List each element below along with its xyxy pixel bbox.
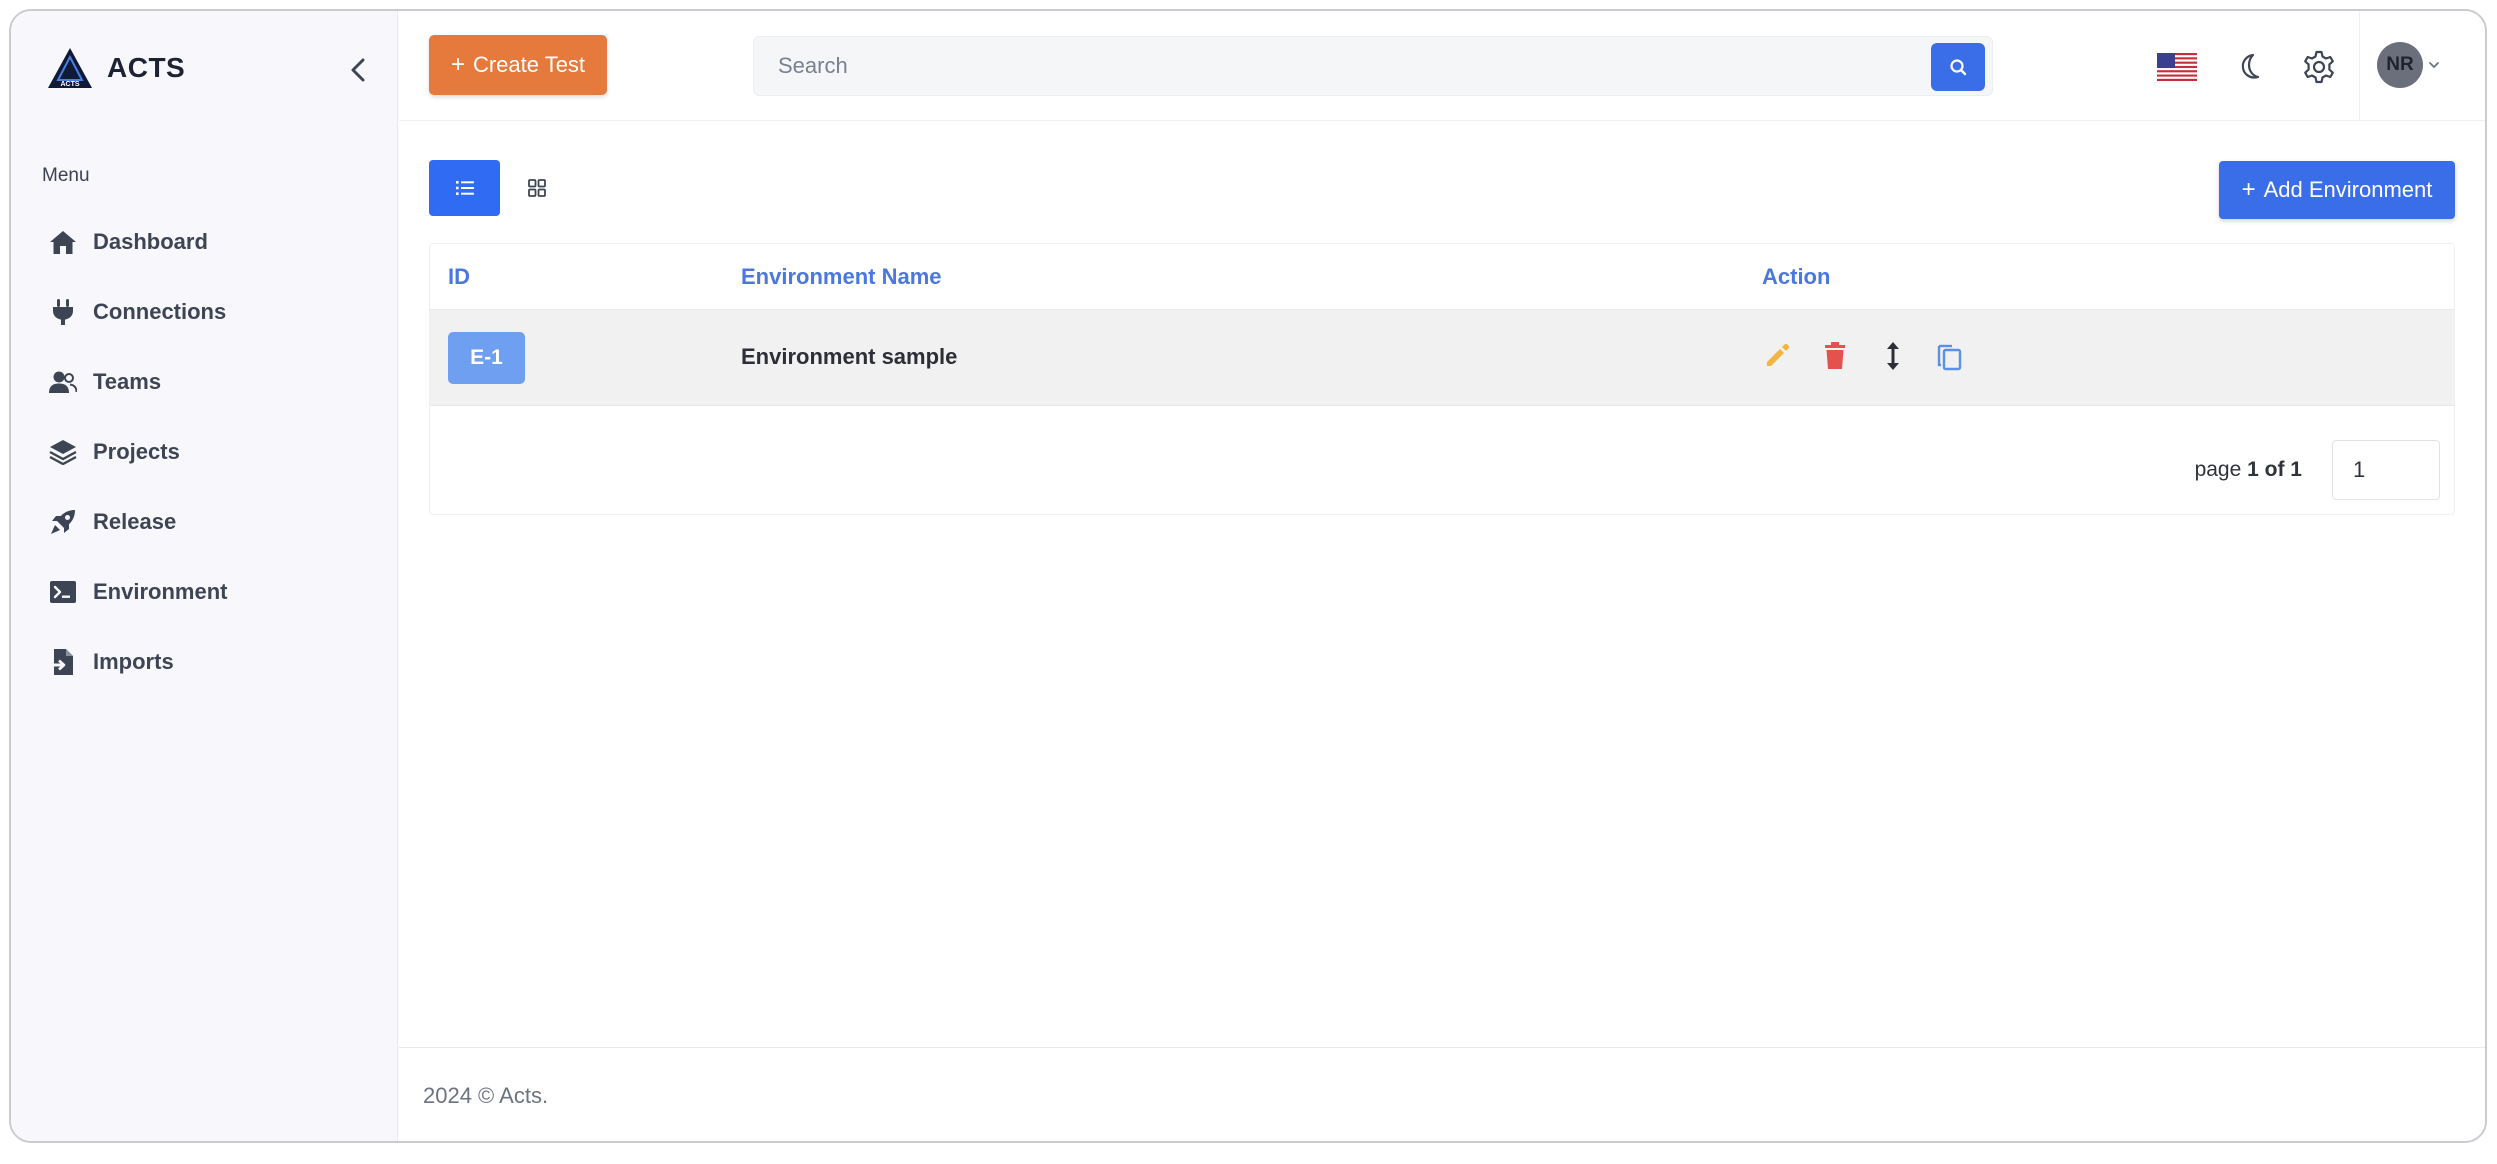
rocket-icon <box>49 508 77 536</box>
page-prefix: page <box>2194 458 2248 481</box>
page-number-input[interactable] <box>2332 440 2440 500</box>
delete-button[interactable] <box>1818 338 1852 374</box>
edit-button[interactable] <box>1760 338 1794 374</box>
sidebar-item-label: Dashboard <box>93 229 208 254</box>
sidebar-item-teams[interactable]: Teams <box>11 347 397 417</box>
acts-logo-icon: ACTS <box>48 48 92 88</box>
id-badge[interactable]: E-1 <box>448 332 525 384</box>
dark-mode-toggle[interactable] <box>2235 51 2267 83</box>
layers-icon <box>49 438 77 466</box>
app-frame: ACTS ACTS Menu Dashboard Connections Tea… <box>9 9 2487 1143</box>
sidebar-item-label: Teams <box>93 369 162 394</box>
settings-gear-icon[interactable] <box>2301 49 2337 85</box>
delete-icon <box>1825 342 1845 369</box>
sidebar-nav: Dashboard Connections Teams Projects Rel… <box>11 207 397 697</box>
add-environment-button[interactable]: + Add Environment <box>2219 161 2455 219</box>
sidebar-item-imports[interactable]: Imports <box>11 627 397 697</box>
copy-button[interactable] <box>1932 338 1966 374</box>
move-button[interactable] <box>1876 338 1910 374</box>
move-icon <box>1887 342 1899 370</box>
search-button[interactable] <box>1931 43 1985 91</box>
sidebar-item-environment[interactable]: Environment <box>11 557 397 627</box>
environment-table: ID Environment Name Action E-1 Environme… <box>429 243 2455 515</box>
add-environment-label: Add Environment <box>2263 177 2433 202</box>
sidebar-item-label: Connections <box>93 299 227 324</box>
grid-icon <box>528 179 546 197</box>
create-test-label: Create Test <box>472 52 586 77</box>
us-flag-icon[interactable] <box>2157 53 2197 81</box>
sidebar-item-connections[interactable]: Connections <box>11 277 397 347</box>
search-input[interactable] <box>754 37 1924 95</box>
sidebar-item-projects[interactable]: Projects <box>11 417 397 487</box>
plus-icon: + <box>450 51 465 78</box>
plug-icon <box>49 298 77 326</box>
file-import-icon <box>49 648 77 676</box>
copy-icon <box>1937 344 1962 371</box>
home-icon <box>49 228 77 256</box>
list-view-button[interactable] <box>429 160 500 216</box>
sidebar: ACTS ACTS Menu Dashboard Connections Tea… <box>11 11 398 1141</box>
top-header: + Create Test Search NR <box>399 11 2485 121</box>
users-icon <box>49 368 77 396</box>
brand[interactable]: ACTS ACTS <box>47 45 185 91</box>
avatar: NR <box>2377 42 2423 88</box>
sidebar-item-label: Projects <box>93 439 180 464</box>
copyright-text: 2024 © Acts. <box>423 1083 549 1108</box>
create-test-button[interactable]: + Create Test <box>429 35 607 95</box>
plus-icon: + <box>2241 176 2256 203</box>
table-row[interactable]: E-1 Environment sample <box>430 310 2454 406</box>
menu-title: Menu <box>42 165 90 186</box>
column-header-environment-name[interactable]: Environment Name <box>741 264 942 290</box>
logo-text: ACTS <box>60 81 79 88</box>
grid-view-button[interactable] <box>509 160 565 216</box>
chevron-left-icon <box>351 58 365 82</box>
page-indicator: page 1 of 1 <box>2195 458 2302 482</box>
column-header-action: Action <box>1762 264 1831 289</box>
column-header-id[interactable]: ID <box>448 264 470 290</box>
header-divider <box>2359 11 2360 121</box>
sidebar-item-label: Release <box>93 509 177 534</box>
main-content: + Add Environment ID Environment Name Ac… <box>399 121 2485 1047</box>
edit-icon <box>1767 343 1790 366</box>
user-menu[interactable]: NR <box>2377 42 2441 88</box>
page-of-total: 1 of 1 <box>2247 458 2302 481</box>
search-bar <box>753 36 1993 96</box>
table-header: ID Environment Name Action <box>430 244 2454 310</box>
environment-name: Environment sample <box>741 344 958 369</box>
brand-name: ACTS <box>107 52 186 83</box>
pagination: page 1 of 1 <box>2195 440 2440 500</box>
list-icon <box>455 181 474 195</box>
footer: 2024 © Acts. <box>399 1047 2485 1141</box>
search-icon <box>1950 59 1967 76</box>
sidebar-item-release[interactable]: Release <box>11 487 397 557</box>
sidebar-item-dashboard[interactable]: Dashboard <box>11 207 397 277</box>
sidebar-item-label: Imports <box>93 649 174 674</box>
terminal-icon <box>49 578 77 606</box>
collapse-sidebar-button[interactable] <box>345 57 371 83</box>
sidebar-item-label: Environment <box>93 579 228 604</box>
chevron-down-icon <box>2429 62 2439 69</box>
